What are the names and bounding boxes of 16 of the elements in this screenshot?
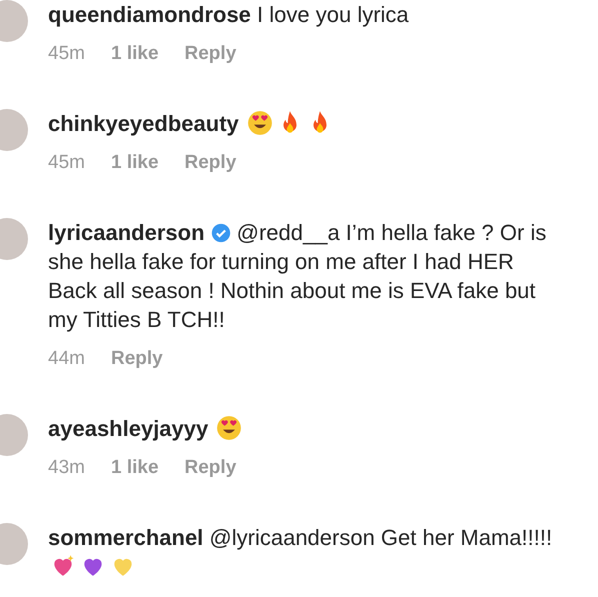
comment-time: 45m [48, 151, 85, 175]
comment-text: queendiamondrose I love you lyrica [48, 2, 409, 27]
comment-text: sommerchanel @lyricaanderson Get her Mama!!!!! [48, 525, 552, 550]
reply-button[interactable]: Reply [184, 148, 236, 178]
comment-username: chinkyeyedbeauty [48, 111, 239, 136]
likes-count[interactable]: 1 like [110, 148, 159, 178]
likes-count[interactable]: 1 like [110, 453, 159, 483]
comment-time: 45m [48, 42, 85, 66]
reply-button[interactable]: Reply [110, 344, 163, 374]
reply-button[interactable]: Reply [184, 453, 236, 483]
comment-text: lyricaanderson @redd__a I’m hella fake ? Or is she hella fake for turning on me after I had HER Back all season ! Nothin about me is EVA fake but my Titties B TCH!! [48, 220, 546, 332]
comment-username: ayeashleyjayyy [48, 416, 208, 441]
likes-count[interactable]: 1 like [110, 39, 159, 69]
comment-time: 44m [48, 347, 85, 371]
reply-button[interactable]: Reply [184, 39, 236, 69]
comment-time: 43m [48, 456, 85, 480]
